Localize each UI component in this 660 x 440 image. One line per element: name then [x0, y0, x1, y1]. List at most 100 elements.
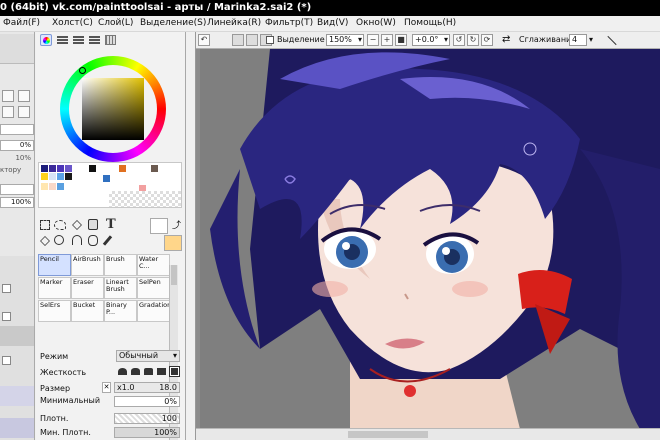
mode-select[interactable]: Обычный ▾ — [116, 350, 180, 362]
secondary-color[interactable] — [150, 218, 168, 234]
layer-visibility-icon[interactable] — [2, 312, 11, 321]
tool-airbrush[interactable]: AirBrush — [71, 254, 104, 276]
zoom-select[interactable]: 150% ▾ — [326, 34, 364, 46]
menu-window[interactable]: Окно(W) — [356, 17, 396, 30]
rotate-right-icon[interactable]: ↻ — [467, 34, 479, 46]
rotation-select[interactable]: +0.0° ▾ — [412, 34, 450, 46]
min-density-slider[interactable]: 100% — [114, 427, 180, 438]
tool-gradation[interactable]: Gradation — [137, 300, 170, 322]
color-wheel[interactable] — [60, 56, 166, 162]
eyedropper-icon[interactable] — [102, 235, 113, 246]
menu-canvas[interactable]: Холст(C) — [52, 17, 93, 30]
size-lock-checkbox[interactable]: ✕ — [102, 382, 111, 393]
tool-lineart-brush[interactable]: Lineart Brush — [104, 277, 137, 299]
text-tool-icon[interactable]: T — [106, 217, 116, 232]
primary-color[interactable] — [164, 235, 182, 251]
layer-item[interactable] — [0, 326, 34, 346]
nav-button[interactable] — [2, 106, 14, 118]
hue-marker[interactable] — [79, 67, 86, 74]
nav-field[interactable]: 0% — [0, 140, 34, 151]
swatch[interactable] — [103, 175, 110, 182]
nav-slider[interactable] — [0, 124, 34, 135]
deselect-icon[interactable] — [232, 34, 244, 46]
nav-button[interactable] — [18, 106, 30, 118]
panel-splitter[interactable] — [186, 32, 196, 440]
mixer-icon[interactable] — [89, 36, 100, 45]
swatch[interactable] — [65, 165, 72, 172]
move-icon[interactable] — [88, 219, 98, 230]
tool-marker[interactable]: Marker — [38, 277, 71, 299]
tool-bucket[interactable]: Bucket — [71, 300, 104, 322]
menu-help[interactable]: Помощь(H) — [404, 17, 456, 30]
hand-icon[interactable] — [88, 235, 98, 246]
magic-wand-icon[interactable] — [72, 220, 82, 230]
hscroll-thumb[interactable] — [348, 431, 428, 438]
zoom-reset-icon[interactable]: ■ — [395, 34, 407, 46]
tool-binary-pen[interactable]: Binary P... — [104, 300, 137, 322]
selection-toggle-icon[interactable] — [266, 36, 274, 44]
swatch-grid[interactable] — [38, 162, 182, 208]
tool-watercolor[interactable]: Water C... — [137, 254, 170, 276]
layer-visibility-icon[interactable] — [2, 356, 11, 365]
canvas-artwork[interactable] — [200, 49, 660, 429]
tool-brush[interactable]: Brush — [104, 254, 137, 276]
menu-view[interactable]: Вид(V) — [317, 17, 348, 30]
canvas-hscrollbar[interactable] — [196, 428, 660, 440]
opacity-field[interactable]: 100% — [0, 197, 34, 208]
rotate-reset-icon[interactable]: ⟳ — [481, 34, 493, 46]
swatch[interactable] — [89, 165, 96, 172]
swatch[interactable] — [49, 165, 56, 172]
menu-layer[interactable]: Слой(L) — [98, 17, 133, 30]
tool-selers[interactable]: SelErs — [38, 300, 71, 322]
swatch[interactable] — [119, 165, 126, 172]
line-tool-icon[interactable] — [607, 35, 617, 46]
saturation-value-square[interactable] — [82, 78, 144, 140]
tool-eraser[interactable]: Eraser — [71, 277, 104, 299]
tool-selpen[interactable]: SelPen — [137, 277, 170, 299]
min-size-slider[interactable]: 0% — [114, 396, 180, 407]
rect-select-icon[interactable] — [40, 220, 50, 230]
flip-icon[interactable]: ⇄ — [502, 34, 510, 45]
color-wheel-mode-icon[interactable] — [40, 34, 52, 46]
size-slider[interactable]: x1.0 18.0 — [114, 382, 180, 393]
swatch[interactable] — [49, 183, 56, 190]
density-slider[interactable]: 100 — [114, 413, 180, 424]
zoom-in-icon[interactable]: + — [381, 34, 393, 46]
menu-file[interactable]: Файл(F) — [3, 17, 40, 30]
tool-pencil[interactable]: Pencil — [38, 254, 71, 276]
layer-item[interactable] — [0, 418, 34, 438]
swap-colors-icon[interactable]: ⤴ — [172, 218, 181, 231]
undo-icon[interactable]: ↶ — [198, 34, 210, 46]
zoom-icon[interactable] — [54, 235, 64, 245]
rotate-icon[interactable] — [72, 235, 82, 245]
swatch[interactable] — [49, 173, 56, 180]
smoothing-select[interactable]: 4 — [569, 34, 587, 46]
rotate-left-icon[interactable]: ↺ — [453, 34, 465, 46]
hardness-presets[interactable] — [116, 366, 180, 378]
swatch[interactable] — [151, 165, 158, 172]
swatch[interactable] — [41, 173, 48, 180]
menu-selection[interactable]: Выделение(S) — [140, 17, 206, 30]
layer-item[interactable] — [0, 386, 34, 406]
swatch[interactable] — [57, 173, 64, 180]
hsv-sliders-icon[interactable] — [73, 36, 84, 45]
swatch[interactable] — [57, 183, 64, 190]
nav-dropdown[interactable] — [0, 184, 34, 195]
swatch[interactable] — [41, 183, 48, 190]
menu-filter[interactable]: Фильтр(T) — [265, 17, 313, 30]
swatches-icon[interactable] — [105, 35, 116, 45]
swatch[interactable] — [65, 173, 72, 180]
swatch[interactable] — [57, 165, 64, 172]
layer-visibility-icon[interactable] — [2, 284, 11, 293]
nav-button[interactable] — [2, 90, 14, 102]
smoothing-dropdown-icon[interactable]: ▾ — [589, 35, 593, 44]
scroll-thumb[interactable] — [171, 265, 177, 285]
invert-select-icon[interactable] — [246, 34, 258, 46]
transform-icon[interactable] — [40, 236, 50, 246]
nav-button[interactable] — [18, 90, 30, 102]
zoom-out-icon[interactable]: − — [367, 34, 379, 46]
swatch[interactable] — [41, 165, 48, 172]
lasso-icon[interactable] — [54, 220, 66, 230]
menu-ruler[interactable]: Линейка(R) — [207, 17, 261, 30]
rgb-sliders-icon[interactable] — [57, 36, 68, 45]
